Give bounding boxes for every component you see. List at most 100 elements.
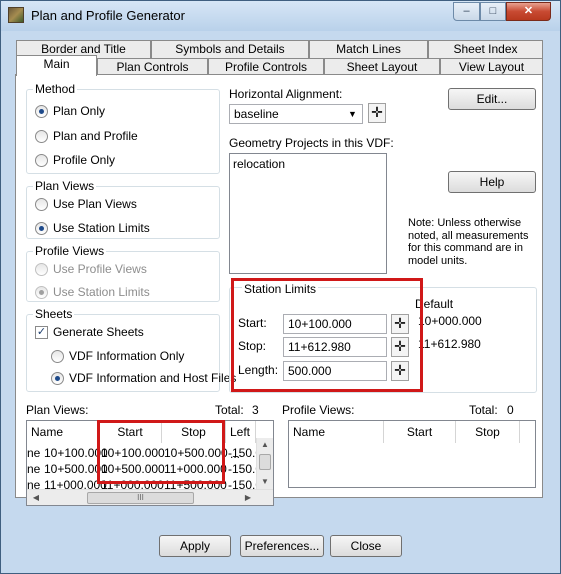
profile-total-label: Total:	[469, 403, 498, 417]
table-cell: ne	[27, 446, 41, 460]
table-row[interactable]: ne 10+100.000 10+100.000 10+500.000 -150.0(	[27, 446, 266, 462]
vertical-scroll-thumb[interactable]	[259, 454, 271, 470]
geometry-projects-label: Geometry Projects in this VDF:	[229, 136, 394, 150]
geometry-projects-list[interactable]: relocation	[229, 153, 387, 274]
stop-label: Stop:	[238, 339, 267, 353]
profile-col-header-start[interactable]: Start	[384, 421, 456, 443]
sheets-group: Sheets ✓ Generate Sheets VDF Information…	[26, 307, 236, 392]
use-profile-views-label: Use Profile Views	[53, 262, 147, 276]
close-button[interactable]: Close	[330, 535, 402, 557]
edit-button[interactable]: Edit...	[448, 88, 536, 110]
profile-only-radio[interactable]	[35, 154, 48, 167]
note-line: model units.	[408, 254, 468, 267]
tab-sheet-index[interactable]: Sheet Index	[428, 40, 543, 58]
window-title: Plan and Profile Generator	[31, 8, 185, 23]
length-label: Length:	[238, 363, 279, 377]
vdf-info-host-label[interactable]: VDF Information and Host Files	[69, 371, 236, 385]
plan-only-radio[interactable]	[35, 105, 48, 118]
table-cell: 10+500.000	[44, 462, 108, 476]
table-cell: 10+100.000	[44, 446, 108, 460]
use-plan-views-label[interactable]: Use Plan Views	[53, 197, 137, 211]
profile-total-value: 0	[507, 403, 514, 417]
start-pick-icon[interactable]: ✛	[391, 314, 409, 334]
col-header-left[interactable]: Left ...	[226, 421, 256, 461]
plan-and-profile-radio[interactable]	[35, 130, 48, 143]
plan-total-label: Total:	[215, 403, 244, 417]
scroll-right-icon[interactable]: ▶	[241, 491, 255, 505]
close-window-button[interactable]: ✕	[506, 2, 551, 21]
apply-button[interactable]: Apply	[159, 535, 231, 557]
horizontal-alignment-label: Horizontal Alignment:	[229, 87, 343, 101]
maximize-button[interactable]: □	[480, 2, 506, 21]
station-limits-label: Station Limits	[242, 282, 319, 296]
plan-use-station-limits-label[interactable]: Use Station Limits	[53, 221, 150, 235]
preferences-button[interactable]: Preferences...	[240, 535, 324, 557]
alignment-pick-icon[interactable]: ✛	[368, 103, 386, 123]
start-label: Start:	[238, 316, 267, 330]
length-input[interactable]: 500.000	[283, 361, 387, 381]
note-line: for this command are in	[408, 242, 523, 254]
stop-station-input[interactable]: 11+612.980	[283, 337, 387, 357]
profile-col-header-stop[interactable]: Stop	[456, 421, 520, 443]
plan-views-group-label: Plan Views	[33, 179, 97, 193]
vdf-info-only-radio[interactable]	[51, 350, 64, 363]
tab-match-lines[interactable]: Match Lines	[309, 40, 428, 58]
plan-only-label[interactable]: Plan Only	[53, 104, 105, 118]
col-header-start[interactable]: Start	[99, 421, 162, 443]
units-note: Note: Unless otherwise noted, all measur…	[408, 217, 528, 267]
generate-sheets-label[interactable]: Generate Sheets	[53, 325, 144, 339]
plan-horizontal-scrollbar[interactable]: ◀ III ▶	[27, 489, 273, 505]
use-plan-views-radio[interactable]	[35, 198, 48, 211]
title-bar[interactable]: Plan and Profile Generator – □ ✕	[1, 1, 560, 31]
station-limits-group: Station Limits Default Start: 10+100.000…	[229, 282, 537, 393]
table-cell: 10+100.000	[101, 446, 165, 460]
table-cell: 10+500.000	[101, 462, 165, 476]
main-tab-panel: Method Plan Only Plan and Profile Profil…	[15, 74, 543, 506]
geometry-project-item[interactable]: relocation	[233, 157, 285, 171]
sheets-group-label: Sheets	[33, 307, 75, 321]
stop-pick-icon[interactable]: ✛	[391, 337, 409, 357]
scroll-down-icon[interactable]: ▼	[257, 475, 273, 489]
generate-sheets-checkbox[interactable]: ✓	[35, 326, 48, 339]
plan-views-table[interactable]: Name Start Stop Left ... ne 10+100.000 10+…	[26, 420, 274, 506]
method-group: Method Plan Only Plan and Profile Profil…	[26, 82, 220, 174]
horizontal-scroll-thumb[interactable]: III	[87, 492, 194, 504]
profile-only-label[interactable]: Profile Only	[53, 153, 115, 167]
use-profile-views-radio	[35, 263, 48, 276]
horizontal-alignment-select[interactable]: baseline ▼	[229, 104, 363, 124]
table-cell: 11+000.000	[164, 462, 227, 476]
note-line: Note: Unless otherwise	[408, 217, 522, 229]
plan-vertical-scrollbar[interactable]: ▲ ▼	[256, 438, 273, 489]
tab-symbols-and-details[interactable]: Symbols and Details	[151, 40, 309, 58]
help-button[interactable]: Help	[448, 171, 536, 193]
plan-and-profile-label[interactable]: Plan and Profile	[53, 129, 138, 143]
horizontal-alignment-value: baseline	[234, 107, 279, 121]
start-default-value: 10+000.000	[418, 314, 482, 328]
plan-total-value: 3	[252, 403, 259, 417]
vdf-info-only-label[interactable]: VDF Information Only	[69, 349, 184, 363]
chevron-down-icon[interactable]: ▼	[345, 106, 360, 122]
scroll-up-icon[interactable]: ▲	[257, 438, 273, 452]
col-header-name[interactable]: Name	[27, 421, 99, 443]
start-station-input[interactable]: 10+100.000	[283, 314, 387, 334]
app-icon	[8, 7, 24, 23]
table-row[interactable]: ne 10+500.000 10+500.000 11+000.000 -150.0(	[27, 462, 266, 478]
profile-col-header-name[interactable]: Name	[289, 421, 384, 443]
table-cell: ne	[27, 462, 41, 476]
profile-views-table[interactable]: Name Start Stop	[288, 420, 536, 488]
scroll-left-icon[interactable]: ◀	[29, 491, 43, 505]
plan-use-station-limits-radio[interactable]	[35, 222, 48, 235]
vdf-info-host-radio[interactable]	[51, 372, 64, 385]
length-pick-icon[interactable]: ✛	[391, 361, 409, 381]
minimize-button[interactable]: –	[453, 2, 480, 21]
plan-views-group: Plan Views Use Plan Views Use Station Li…	[26, 179, 220, 239]
note-line: noted, all measurements	[408, 229, 529, 242]
profile-use-station-limits-radio	[35, 286, 48, 299]
profile-views-group: Profile Views Use Profile Views Use Stat…	[26, 244, 220, 302]
method-group-label: Method	[33, 82, 78, 96]
col-header-stop[interactable]: Stop	[162, 421, 226, 443]
table-cell: 10+500.000	[164, 446, 228, 460]
profile-views-list-label: Profile Views:	[282, 403, 355, 417]
tab-main[interactable]: Main	[16, 55, 97, 76]
plan-views-list-label: Plan Views:	[26, 403, 89, 417]
